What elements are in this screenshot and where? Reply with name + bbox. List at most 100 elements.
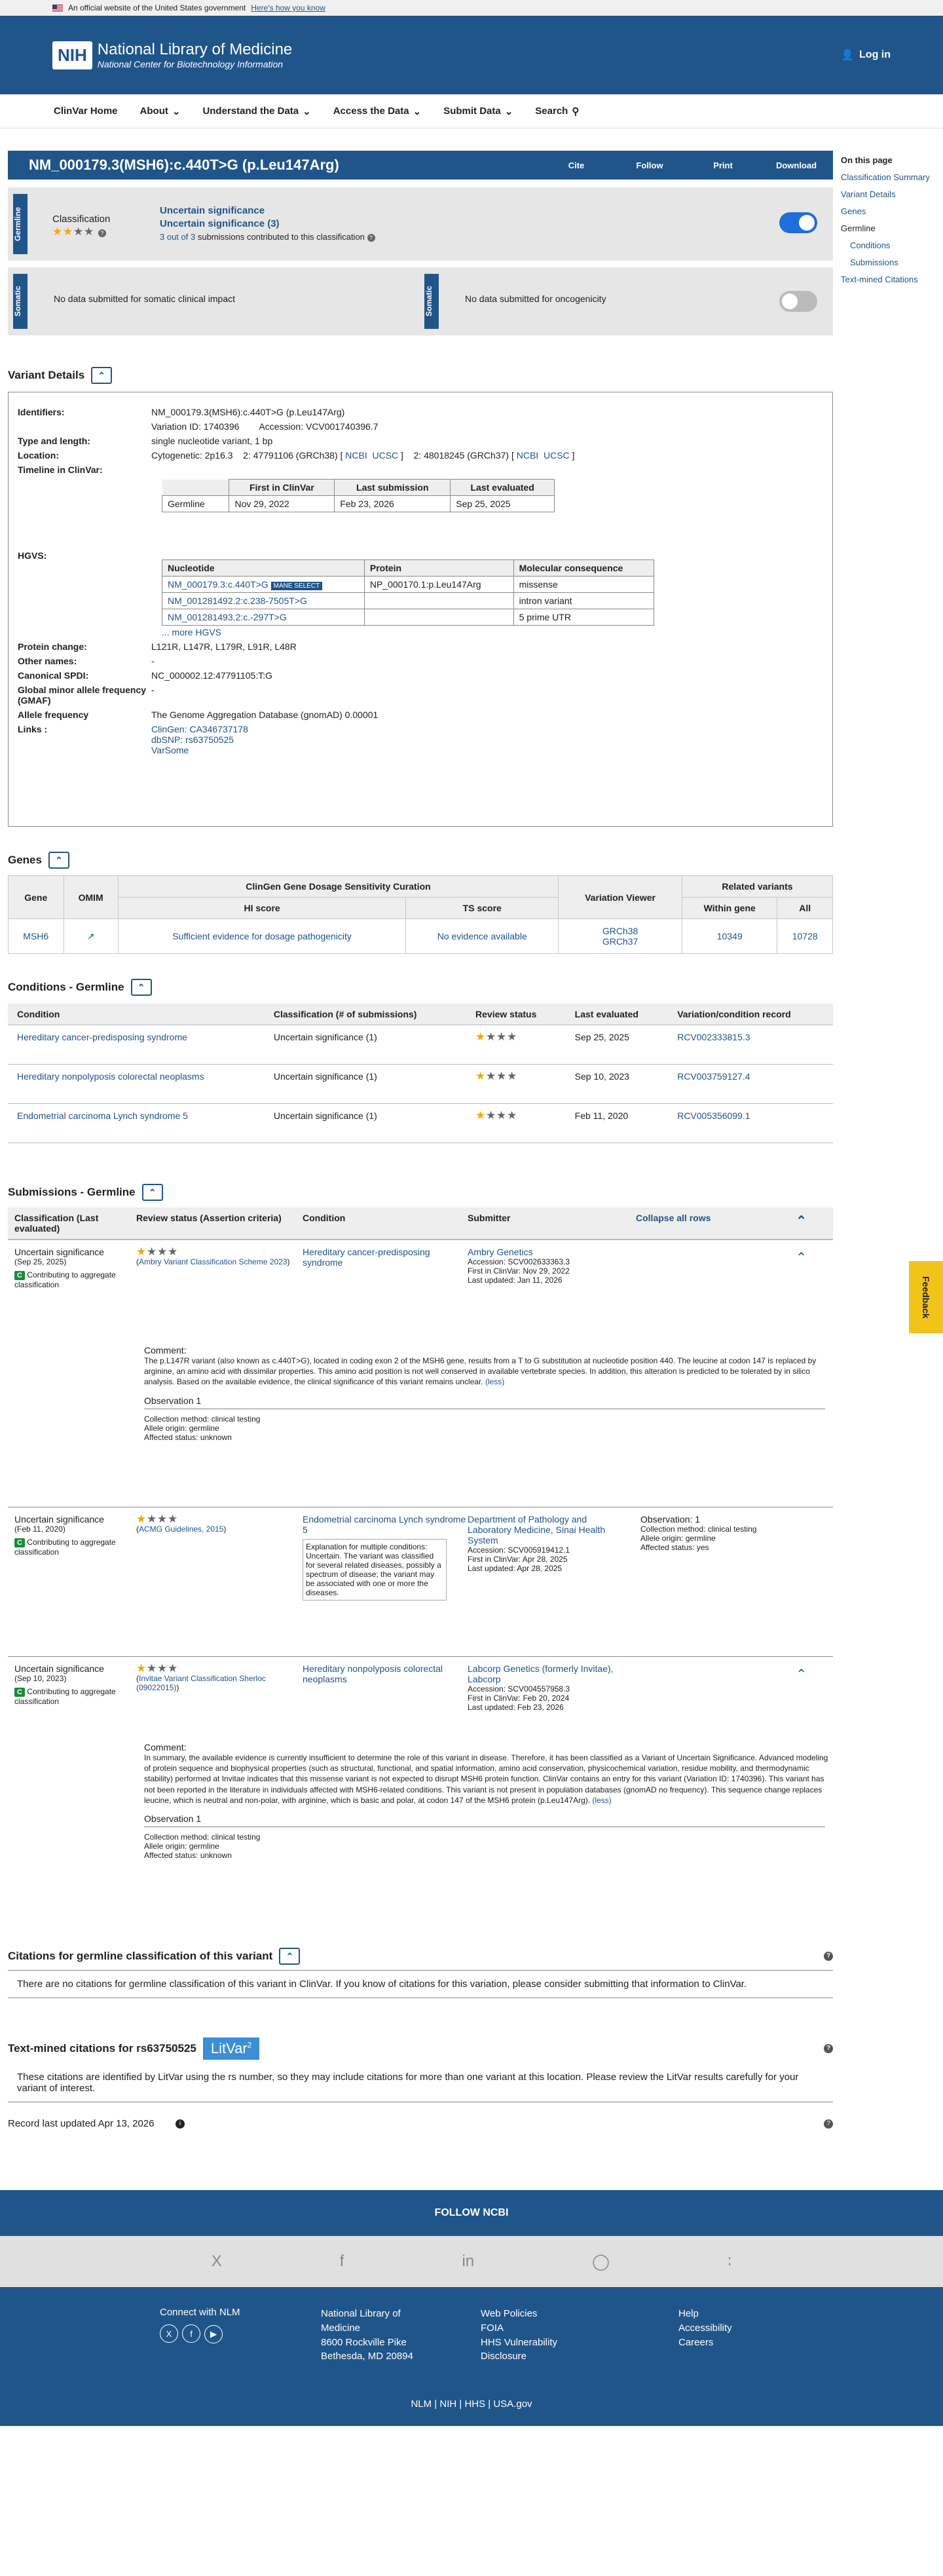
header-title[interactable]: National Library of Medicine [98, 41, 292, 59]
varsome-link[interactable]: VarSome [151, 745, 248, 755]
help-icon[interactable]: ? [824, 2044, 833, 2053]
ucsc-link[interactable]: UCSC [544, 450, 570, 461]
criteria-link[interactable]: ACMG Guidelines, 2015 [139, 1525, 223, 1534]
classification-label: Classification [52, 214, 111, 225]
sidebar-item-text-mined[interactable]: Text-mined Citations [841, 271, 939, 288]
x-icon[interactable]: X [212, 2252, 222, 2271]
chevron-up-icon[interactable]: ⌃ [796, 1666, 807, 1682]
somatic-label-right: Somatic [424, 274, 439, 329]
grch37-link[interactable]: GRCh37 [564, 936, 676, 947]
help-icon[interactable]: ? [824, 1952, 833, 1961]
collapse-chevron-icon[interactable]: ⌃ [48, 852, 69, 869]
all-variants-link[interactable]: 10728 [792, 931, 818, 941]
info-icon[interactable]: i [176, 2119, 185, 2129]
less-link[interactable]: (less) [485, 1377, 504, 1386]
follow-button[interactable]: Follow [613, 161, 686, 170]
nih-logo[interactable]: NIH [52, 41, 92, 69]
rss-icon[interactable]: ∶ [728, 2252, 731, 2271]
condition-link[interactable]: Hereditary cancer-predisposing syndrome [303, 1247, 430, 1268]
help-icon[interactable]: ? [824, 2119, 833, 2129]
nav-clinvar-home[interactable]: ClinVar Home [54, 105, 118, 117]
condition-link[interactable]: Hereditary cancer-predisposing syndrome [17, 1032, 187, 1042]
footer-address: National Library of Medicine 8600 Rockvi… [321, 2308, 413, 2362]
chevron-up-icon[interactable]: ⌃ [796, 1213, 807, 1234]
hi-score-link[interactable]: Sufficient evidence for dosage pathogeni… [172, 931, 352, 941]
sidebar-item-submissions[interactable]: Submissions [841, 254, 939, 271]
condition-link[interactable]: Hereditary nonpolyposis colorectal neopl… [17, 1071, 204, 1082]
nav-search[interactable]: Search ⚲ [535, 105, 579, 117]
cite-button[interactable]: Cite [540, 161, 613, 170]
youtube-icon[interactable]: ▶ [204, 2324, 223, 2343]
more-hgvs-link[interactable]: ... more HGVS [162, 627, 221, 637]
login-button[interactable]: 👤 Log in [841, 48, 891, 62]
hgvs-row: NM_001281493.2:c.-297T>G 5 prime UTR [162, 609, 655, 626]
x-icon[interactable]: X [160, 2324, 178, 2343]
chevron-up-icon[interactable]: ⌃ [796, 1249, 807, 1266]
download-button[interactable]: Download [760, 161, 833, 170]
sidebar-item-conditions[interactable]: Conditions [841, 237, 939, 254]
conditions-table: Condition Classification (# of submission… [8, 1004, 833, 1143]
github-icon[interactable]: ◯ [592, 2252, 610, 2271]
sidebar-item-classification-summary[interactable]: Classification Summary [841, 169, 939, 186]
ts-score-link[interactable]: No evidence available [437, 931, 527, 941]
facebook-icon[interactable]: f [182, 2324, 200, 2343]
gene-row: MSH6 ↗ Sufficient evidence for dosage pa… [8, 919, 833, 954]
ucsc-link[interactable]: UCSC [373, 450, 399, 461]
hgvs-link[interactable]: NM_000179.3:c.440T>G [168, 579, 268, 590]
submitter-link[interactable]: Ambry Genetics [468, 1247, 533, 1257]
info-icon[interactable]: ? [367, 234, 375, 242]
submissions-header: Classification (Last evaluated) Review s… [8, 1207, 833, 1240]
germline-toggle[interactable] [779, 212, 817, 233]
condition-link[interactable]: Endometrial carcinoma Lynch syndrome 5 [17, 1110, 188, 1121]
rcv-link[interactable]: RCV005356099.1 [677, 1110, 750, 1121]
social-bar: X f in ◯ ∶ [0, 2236, 943, 2287]
external-link-icon[interactable]: ↗ [87, 931, 95, 941]
allele-frequency-value: The Genome Aggregation Database (gnomAD)… [151, 710, 379, 720]
condition-link[interactable]: Hereditary nonpolyposis colorectal neopl… [303, 1663, 443, 1684]
condition-link[interactable]: Endometrial carcinoma Lynch syndrome 5 [303, 1514, 466, 1535]
submitter-link[interactable]: Department of Pathology and Laboratory M… [468, 1514, 605, 1545]
sidebar-item-variant-details[interactable]: Variant Details [841, 186, 939, 203]
oncogenicity-text: No data submitted for oncogenicity [465, 294, 606, 304]
linkedin-icon[interactable]: in [462, 2252, 474, 2271]
submitter-link[interactable]: Labcorp Genetics (formerly Invitae), Lab… [468, 1663, 614, 1684]
ncbi-link[interactable]: NCBI [517, 450, 538, 461]
gene-link[interactable]: MSH6 [23, 931, 48, 941]
less-link[interactable]: (less) [592, 1796, 611, 1805]
dbsnp-link[interactable]: dbSNP: rs63750525 [151, 734, 248, 745]
print-button[interactable]: Print [686, 161, 760, 170]
site-footer: Connect with NLM Xf ▶ National Library of… [0, 2287, 943, 2426]
collapse-chevron-icon[interactable]: ⌃ [91, 367, 113, 384]
rcv-link[interactable]: RCV003759127.4 [677, 1071, 750, 1082]
nav-about[interactable]: About ⌄ [140, 105, 181, 117]
litvar-logo[interactable]: LitVar2 [202, 2037, 260, 2060]
hgvs-link[interactable]: NM_001281493.2:c.-297T>G [168, 612, 287, 622]
nav-submit[interactable]: Submit Data ⌄ [443, 105, 513, 117]
heres-how-link[interactable]: Here's how you know [251, 3, 325, 12]
textmined-heading: Text-mined citations for rs63750525 LitV… [8, 2037, 833, 2060]
protein-change-value: L121R, L147R, L179R, L91R, L48R [151, 641, 297, 652]
on-this-page-sidebar: On this page Classification Summary Vari… [841, 152, 939, 288]
rcv-link[interactable]: RCV002333815.3 [677, 1032, 750, 1042]
sidebar-item-genes[interactable]: Genes [841, 203, 939, 220]
criteria-link[interactable]: Invitae Variant Classification Sherloc (… [136, 1674, 266, 1692]
genes-table: Gene OMIM ClinGen Gene Dosage Sensitivity … [8, 875, 834, 954]
submissions-count-link[interactable]: 3 out of 3 [160, 232, 195, 242]
within-gene-link[interactable]: 10349 [717, 931, 743, 941]
hgvs-link[interactable]: NM_001281492.2:c.238-7505T>G [168, 596, 307, 606]
collapse-chevron-icon[interactable]: ⌃ [141, 1184, 163, 1201]
nav-understand[interactable]: Understand the Data ⌄ [202, 105, 310, 117]
facebook-icon[interactable]: f [340, 2252, 344, 2271]
criteria-link[interactable]: Ambry Variant Classification Scheme 2023 [139, 1257, 287, 1266]
collapse-chevron-icon[interactable]: ⌃ [279, 1948, 301, 1965]
info-icon[interactable]: ? [98, 229, 106, 237]
grch38-link[interactable]: GRCh38 [564, 926, 676, 936]
collapse-chevron-icon[interactable]: ⌃ [130, 979, 152, 996]
ncbi-link[interactable]: NCBI [345, 450, 367, 461]
feedback-button[interactable]: Feedback [909, 1261, 943, 1333]
somatic-toggle[interactable] [779, 291, 817, 312]
clingen-link[interactable]: ClinGen: CA346737178 [151, 724, 248, 734]
nav-access[interactable]: Access the Data ⌄ [333, 105, 421, 117]
classification-aggregate: Uncertain significance (3) [160, 218, 280, 229]
collapse-all-rows[interactable]: Collapse all rows [636, 1213, 711, 1234]
